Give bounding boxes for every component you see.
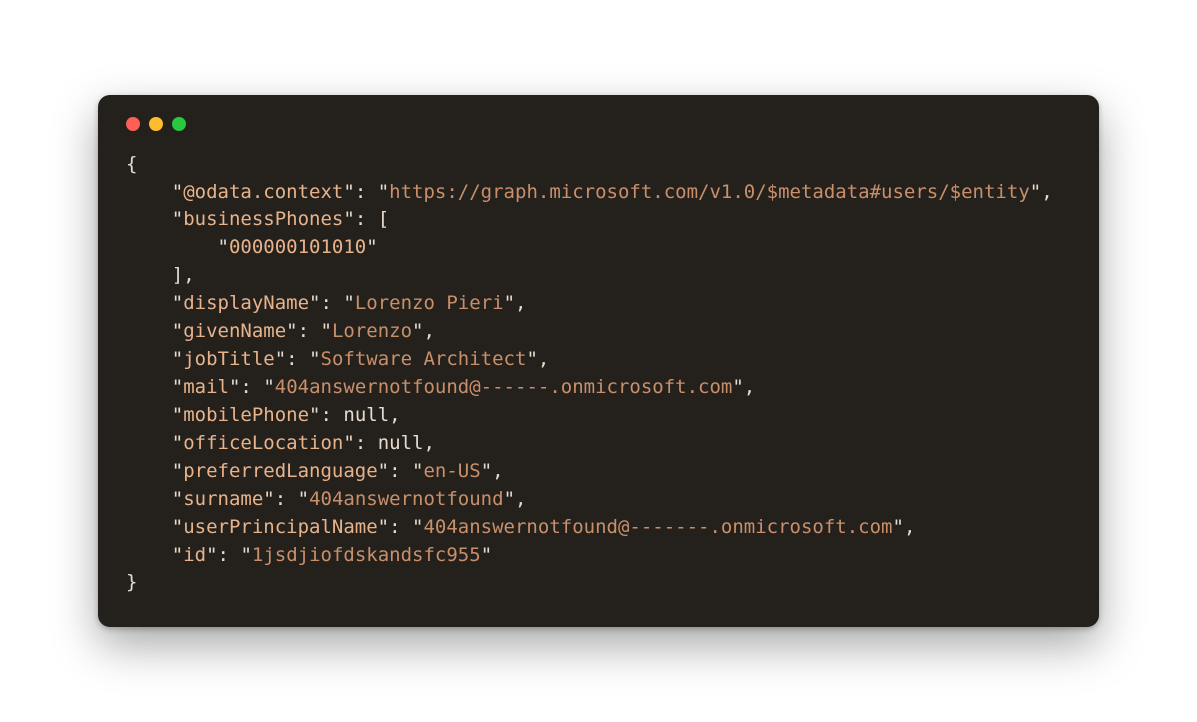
- code-window: { "@odata.context": "https://graph.micro…: [98, 95, 1099, 628]
- value-surname: 404answernotfound: [309, 488, 503, 510]
- brace-open: {: [126, 153, 137, 175]
- key-id: id: [183, 544, 206, 566]
- minimize-icon[interactable]: [149, 117, 163, 131]
- brace-close: }: [126, 571, 137, 593]
- key-odata: @odata.context: [183, 181, 343, 203]
- value-officeLocation: null: [378, 432, 424, 454]
- key-mobilePhone: mobilePhone: [183, 404, 309, 426]
- value-id: 1jsdjiofdskandsfc955: [252, 544, 481, 566]
- key-businessPhones: businessPhones: [183, 208, 343, 230]
- value-businessPhone0: 000000101010: [229, 236, 366, 258]
- close-icon[interactable]: [126, 117, 140, 131]
- key-mail: mail: [183, 376, 229, 398]
- value-mail: 404answernotfound@------.onmicrosoft.com: [275, 376, 733, 398]
- value-displayName: Lorenzo Pieri: [355, 292, 504, 314]
- value-preferredLanguage: en-US: [423, 460, 480, 482]
- key-surname: surname: [183, 488, 263, 510]
- value-jobTitle: Software Architect: [321, 348, 527, 370]
- key-displayName: displayName: [183, 292, 309, 314]
- key-jobTitle: jobTitle: [183, 348, 275, 370]
- window-titlebar: [126, 117, 1075, 151]
- key-officeLocation: officeLocation: [183, 432, 343, 454]
- key-givenName: givenName: [183, 320, 286, 342]
- bracket-open: [: [378, 208, 389, 230]
- value-userPrincipalName: 404answernotfound@-------.onmicrosoft.co…: [423, 516, 892, 538]
- value-givenName: Lorenzo: [332, 320, 412, 342]
- value-mobilePhone: null: [343, 404, 389, 426]
- key-preferredLanguage: preferredLanguage: [183, 460, 377, 482]
- bracket-close: ]: [172, 264, 183, 286]
- value-odata: https://graph.microsoft.com/v1.0/$metada…: [389, 181, 1030, 203]
- zoom-icon[interactable]: [172, 117, 186, 131]
- json-code-block: { "@odata.context": "https://graph.micro…: [126, 151, 1075, 598]
- key-userPrincipalName: userPrincipalName: [183, 516, 377, 538]
